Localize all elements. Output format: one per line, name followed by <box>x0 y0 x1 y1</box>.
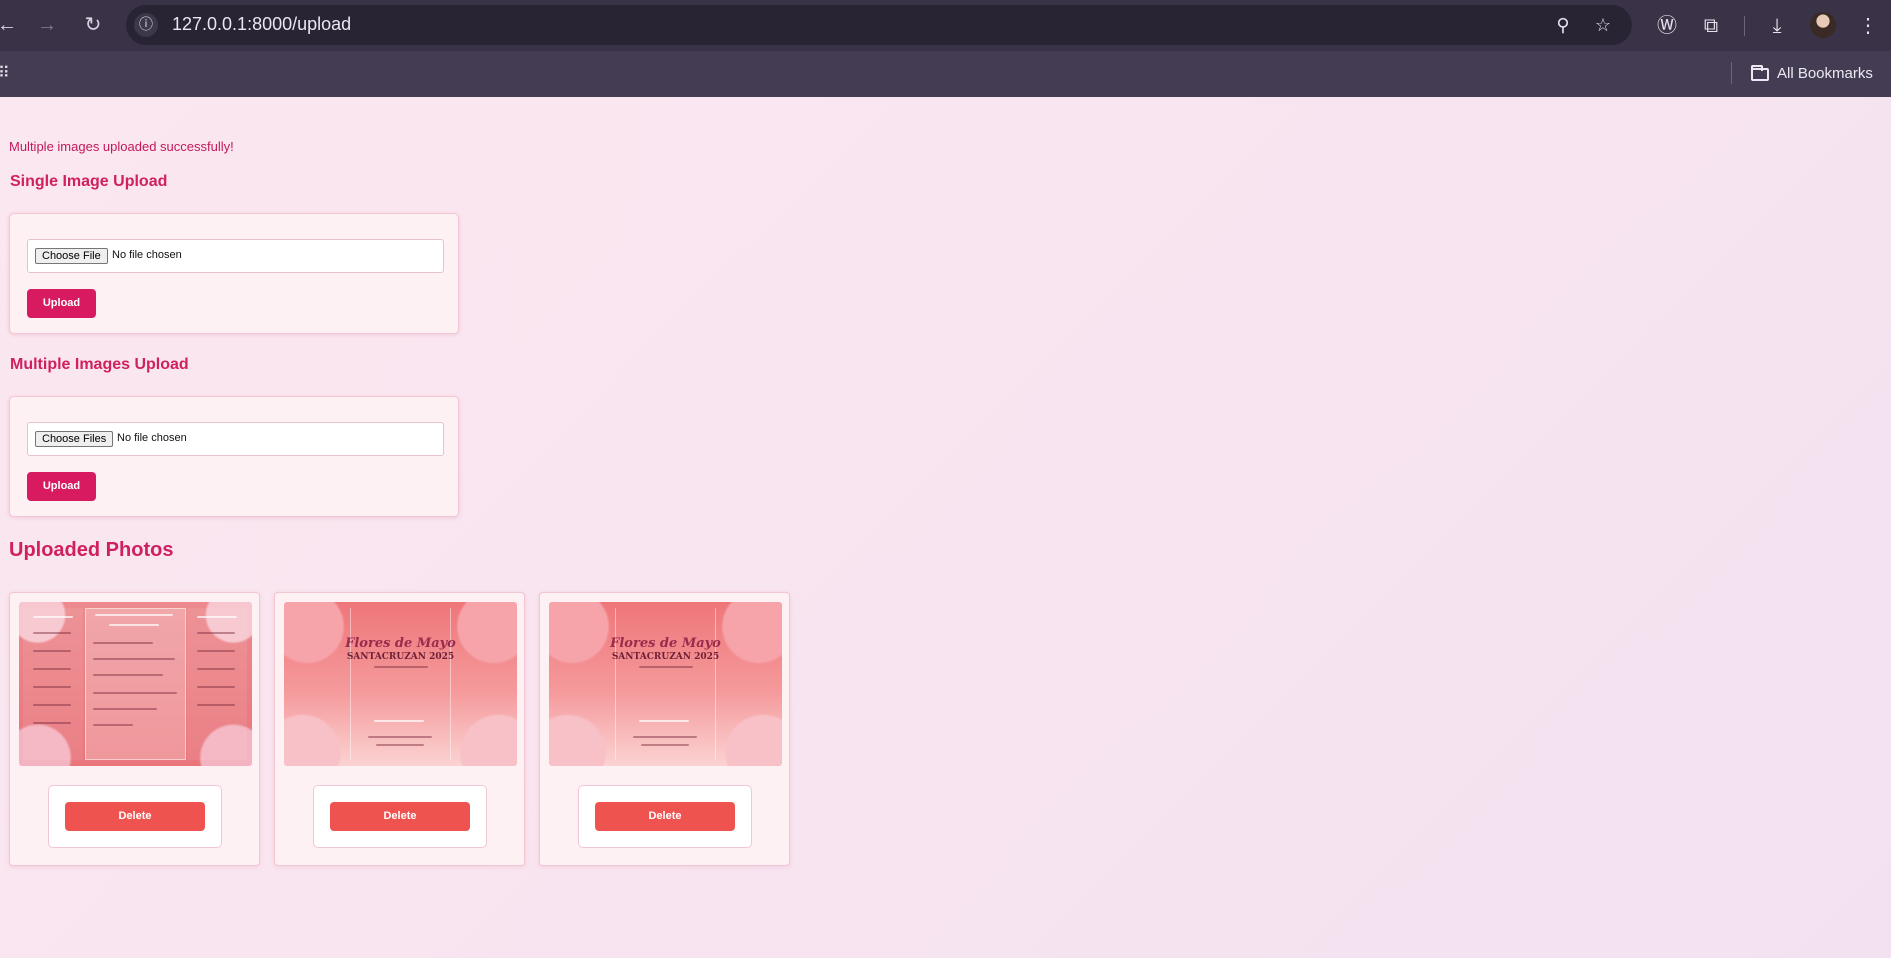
photo-thumbnail[interactable]: Flores de Mayo SANTACRUZAN 2025 <box>549 602 782 766</box>
flyer-text-line <box>197 668 235 670</box>
menu-kebab-icon[interactable]: ⋮ <box>1854 12 1882 40</box>
reload-icon[interactable]: ↻ <box>80 12 106 38</box>
flyer-text-line <box>197 616 237 618</box>
toolbar-divider <box>1744 16 1745 36</box>
extension-w-icon[interactable]: Ⓦ <box>1653 12 1681 40</box>
flyer-text-line <box>33 616 73 618</box>
flyer-subtitle-line <box>109 624 159 626</box>
flyer-text-line <box>197 704 235 706</box>
flyer-fold-line <box>615 608 616 760</box>
flyer-text-line <box>93 642 153 644</box>
flyer-text-line <box>33 686 71 688</box>
flyer-text-line <box>374 720 424 722</box>
all-bookmarks-label: All Bookmarks <box>1777 65 1873 82</box>
delete-form: Delete <box>313 785 487 848</box>
choose-file-button[interactable]: Choose File <box>35 248 108 264</box>
flyer-text-line <box>93 708 157 710</box>
multiple-upload-form: Choose Files No file chosen Upload <box>9 396 459 517</box>
flyer-text-line <box>93 724 133 726</box>
forward-icon[interactable]: → <box>34 12 60 38</box>
photo-card: Delete <box>9 592 260 866</box>
flyer-text-line <box>368 736 432 738</box>
flyer-text-line <box>633 736 697 738</box>
apps-grid-icon[interactable]: ⠿ <box>0 63 12 85</box>
flyer-subtitle: SANTACRUZAN 2025 <box>346 652 455 662</box>
flyer-text-line <box>197 686 235 688</box>
flyer-text-line <box>93 692 177 694</box>
delete-form: Delete <box>578 785 752 848</box>
delete-button[interactable]: Delete <box>595 802 735 831</box>
single-upload-button[interactable]: Upload <box>27 289 96 318</box>
flyer-subtitle: SANTACRUZAN 2025 <box>611 652 720 662</box>
flyer-text-line <box>93 674 163 676</box>
flyer-text-line <box>376 744 424 746</box>
delete-form: Delete <box>48 785 222 848</box>
delete-button[interactable]: Delete <box>330 802 470 831</box>
zoom-icon[interactable]: ⚲ <box>1550 12 1576 38</box>
flyer-text-line <box>33 650 71 652</box>
page-content: Multiple images uploaded successfully! S… <box>0 97 1891 958</box>
multiple-file-input[interactable]: Choose Files No file chosen <box>27 422 444 456</box>
flyer-text-line <box>197 650 235 652</box>
flyer-title: Flores de Mayo <box>610 636 721 651</box>
flyer-text-line <box>374 666 428 668</box>
flyer-fold-line <box>350 608 351 760</box>
profile-avatar[interactable] <box>1810 12 1836 38</box>
multiple-upload-heading: Multiple Images Upload <box>10 356 189 373</box>
flyer-text-line <box>33 722 71 724</box>
photo-thumbnail[interactable] <box>19 602 252 766</box>
flyer-text-line <box>33 632 71 634</box>
site-info-icon[interactable]: ⓘ <box>134 13 158 37</box>
uploaded-photos-heading: Uploaded Photos <box>9 539 174 561</box>
single-file-input[interactable]: Choose File No file chosen <box>27 239 444 273</box>
bookmarks-bar: ⠿ All Bookmarks <box>0 51 1891 97</box>
photo-card: Flores de Mayo SANTACRUZAN 2025 Delete <box>274 592 525 866</box>
address-bar[interactable]: ⓘ 127.0.0.1:8000/upload ⚲ ☆ <box>126 5 1632 45</box>
single-upload-heading: Single Image Upload <box>10 173 168 190</box>
bookmarks-divider <box>1731 62 1732 84</box>
flyer-text-line <box>639 720 689 722</box>
photo-thumbnail[interactable]: Flores de Mayo SANTACRUZAN 2025 <box>284 602 517 766</box>
flyer-right-column <box>187 608 247 760</box>
flyer-title: Flores de Mayo <box>345 636 456 651</box>
multiple-upload-button[interactable]: Upload <box>27 472 96 501</box>
flyer-text-line <box>33 668 71 670</box>
flyer-text-line <box>641 744 689 746</box>
extensions-puzzle-icon[interactable]: ⧉ <box>1697 12 1725 40</box>
download-icon[interactable]: ⤓ <box>1763 12 1791 40</box>
all-bookmarks-button[interactable]: All Bookmarks <box>1751 62 1873 86</box>
bookmark-star-icon[interactable]: ☆ <box>1590 12 1616 38</box>
multiple-no-file-text: No file chosen <box>117 432 187 444</box>
flyer-text-line <box>93 658 175 660</box>
single-no-file-text: No file chosen <box>112 249 182 261</box>
url-text[interactable]: 127.0.0.1:8000/upload <box>172 14 351 35</box>
browser-toolbar: ← → ↻ ⓘ 127.0.0.1:8000/upload ⚲ ☆ Ⓦ ⧉ ⤓ … <box>0 0 1891 51</box>
single-upload-form: Choose File No file chosen Upload <box>9 213 459 334</box>
flyer-text-line <box>33 704 71 706</box>
flyer-left-column <box>23 608 83 760</box>
folder-icon <box>1751 65 1769 81</box>
success-message: Multiple images uploaded successfully! <box>9 139 234 154</box>
flyer-center-column <box>85 608 186 760</box>
delete-button[interactable]: Delete <box>65 802 205 831</box>
flyer-fold-line <box>715 608 716 760</box>
choose-files-button[interactable]: Choose Files <box>35 431 114 447</box>
back-icon[interactable]: ← <box>0 12 20 38</box>
flyer-text-line <box>639 666 693 668</box>
photo-card: Flores de Mayo SANTACRUZAN 2025 Delete <box>539 592 790 866</box>
flyer-title-line <box>95 614 173 616</box>
flyer-text-line <box>197 632 235 634</box>
flyer-fold-line <box>450 608 451 760</box>
